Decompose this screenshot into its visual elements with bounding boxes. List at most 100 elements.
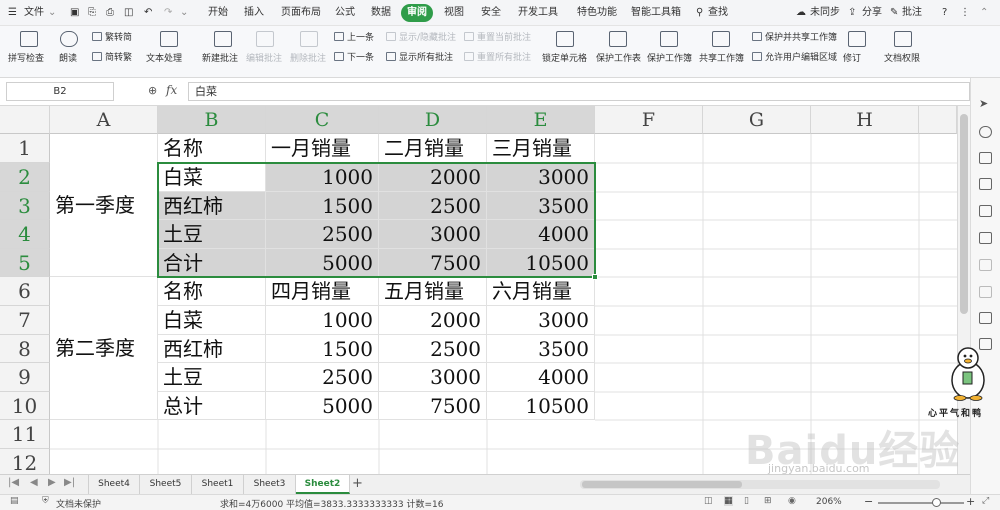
cell-d5[interactable]: 7500 [379, 249, 487, 277]
zoom-slider[interactable] [878, 502, 964, 504]
page-view-icon[interactable]: ▯ [744, 496, 749, 506]
preview-icon[interactable]: ◫ [124, 4, 133, 22]
cell-c2[interactable]: 1000 [266, 163, 379, 192]
cell-e9[interactable]: 4000 [487, 363, 595, 392]
menu-smart-toolbox[interactable]: 智能工具箱 [631, 4, 681, 22]
more-icon[interactable]: ⋮ [960, 4, 970, 22]
menu-home[interactable]: 开始 [208, 4, 228, 22]
zoom-search-icon[interactable]: ⊕ [148, 84, 157, 97]
list-icon[interactable] [979, 259, 992, 271]
row-header-7[interactable]: 7 [0, 306, 50, 335]
sheet-tab-sheet1[interactable]: Sheet1 [192, 475, 244, 494]
chevron-down-icon[interactable]: ⌄ [48, 4, 56, 22]
zoom-out-button[interactable]: − [864, 495, 873, 508]
cell-e5[interactable]: 10500 [487, 249, 595, 277]
cell-d2[interactable]: 2000 [379, 163, 487, 192]
sheet-tab-sheet2[interactable]: Sheet2 [296, 475, 350, 494]
sync-icon[interactable] [979, 312, 992, 324]
sheet-tab-sheet5[interactable]: Sheet5 [140, 475, 192, 494]
zoom-level[interactable]: 206% [816, 497, 842, 507]
cell-c5[interactable]: 5000 [266, 249, 379, 277]
column-header-g[interactable]: G [703, 106, 811, 134]
cell-d6[interactable]: 五月销量 [379, 277, 487, 306]
cell-e4[interactable]: 4000 [487, 220, 595, 249]
save-icon[interactable]: ▣ [70, 4, 79, 22]
cell-b2-active[interactable]: 白菜 [158, 163, 266, 192]
eye-protect-icon[interactable]: ◫ [704, 496, 713, 506]
collapse-icon[interactable]: ⌃ [980, 4, 988, 22]
row-header-6[interactable]: 6 [0, 277, 50, 306]
menu-review[interactable]: 审阅 [401, 4, 433, 22]
menu-security[interactable]: 安全 [481, 4, 501, 22]
cell-e6[interactable]: 六月销量 [487, 277, 595, 306]
reset-current-comment-button[interactable]: 重置当前批注 [464, 32, 531, 44]
row-header-12[interactable]: 12 [0, 449, 50, 474]
column-header-f[interactable]: F [595, 106, 703, 134]
row-header-8[interactable]: 8 [0, 335, 50, 363]
menu-developer[interactable]: 开发工具 [518, 4, 558, 22]
cell-c10[interactable]: 5000 [266, 392, 379, 420]
normal-view-icon[interactable]: ▦ [724, 496, 733, 506]
cell-e1[interactable]: 三月销量 [487, 134, 595, 163]
prev-comment-button[interactable]: 上一条 [334, 32, 374, 44]
hamburger-icon[interactable]: ☰ [8, 4, 17, 22]
doc-permission-button[interactable]: 文档权限 [884, 53, 920, 65]
export-icon[interactable]: ⎘ [88, 4, 96, 22]
new-comment-button[interactable]: 新建批注 [202, 53, 238, 65]
delete-comment-button[interactable]: 删除批注 [290, 53, 326, 65]
row-header-9[interactable]: 9 [0, 363, 50, 392]
cell-b8[interactable]: 西红柿 [158, 335, 266, 363]
cell-e2[interactable]: 3000 [487, 163, 595, 192]
page-break-icon[interactable]: ⊞ [764, 496, 772, 506]
selection-stats[interactable]: 求和=4万6000 平均值=3833.3333333333 计数=16 [220, 497, 443, 510]
cell-a6-a10-merged[interactable]: 第二季度 [50, 277, 158, 420]
next-sheet-icon[interactable]: ▶ [48, 477, 56, 488]
filter-icon[interactable] [979, 286, 992, 298]
last-sheet-icon[interactable]: ▶| [64, 477, 75, 488]
protect-workbook-button[interactable]: 保护工作簿 [647, 53, 692, 65]
share-button[interactable]: 分享 [862, 4, 882, 22]
text-process-button[interactable]: 文本处理 [146, 53, 182, 65]
cell-b6[interactable]: 名称 [158, 277, 266, 306]
cell-d7[interactable]: 2000 [379, 306, 487, 335]
scrollbar-thumb[interactable] [960, 114, 968, 314]
row-header-5[interactable]: 5 [0, 249, 50, 277]
fx-icon[interactable]: fx [166, 83, 177, 97]
cell-e3[interactable]: 3500 [487, 192, 595, 220]
print-icon[interactable]: ⎙ [106, 4, 114, 22]
search-icon[interactable]: ⚲ [696, 4, 703, 22]
menu-insert[interactable]: 插入 [244, 4, 264, 22]
cell-c3[interactable]: 1500 [266, 192, 379, 220]
cell-b3[interactable]: 西红柿 [158, 192, 266, 220]
cell-e8[interactable]: 3500 [487, 335, 595, 363]
sheet-tab-sheet4[interactable]: Sheet4 [88, 475, 140, 494]
cell-c6[interactable]: 四月销量 [266, 277, 379, 306]
cell-d9[interactable]: 3000 [379, 363, 487, 392]
cell-b10[interactable]: 总计 [158, 392, 266, 420]
simp-to-trad-button[interactable]: 简转繁 [92, 52, 132, 64]
cell-d10[interactable]: 7500 [379, 392, 487, 420]
row-header-11[interactable]: 11 [0, 420, 50, 449]
show-all-comments-button[interactable]: 显示所有批注 [386, 52, 453, 64]
protect-status[interactable]: 文档未保护 [56, 497, 101, 510]
cell-b4[interactable]: 土豆 [158, 220, 266, 249]
menu-search[interactable]: 查找 [708, 4, 728, 22]
cell-a1-a5-merged[interactable]: 第一季度 [50, 134, 158, 277]
cell-c9[interactable]: 2500 [266, 363, 379, 392]
column-header-h[interactable]: H [811, 106, 919, 134]
column-header-a[interactable]: A [50, 106, 158, 134]
cell-b9[interactable]: 土豆 [158, 363, 266, 392]
add-sheet-button[interactable]: + [352, 476, 363, 491]
cell-d4[interactable]: 3000 [379, 220, 487, 249]
cell-d1[interactable]: 二月销量 [379, 134, 487, 163]
shapes-icon[interactable] [979, 126, 992, 138]
menu-formula[interactable]: 公式 [335, 4, 355, 22]
menu-view[interactable]: 视图 [444, 4, 464, 22]
formula-input[interactable]: 白菜 [188, 82, 970, 101]
cell-b7[interactable]: 白菜 [158, 306, 266, 335]
comment-button[interactable]: 批注 [902, 4, 922, 22]
reset-all-comments-button[interactable]: 重置所有批注 [464, 52, 531, 64]
chart-icon[interactable] [979, 232, 992, 244]
menu-data[interactable]: 数据 [371, 4, 391, 22]
macro-icon[interactable]: ▤ [10, 496, 19, 506]
